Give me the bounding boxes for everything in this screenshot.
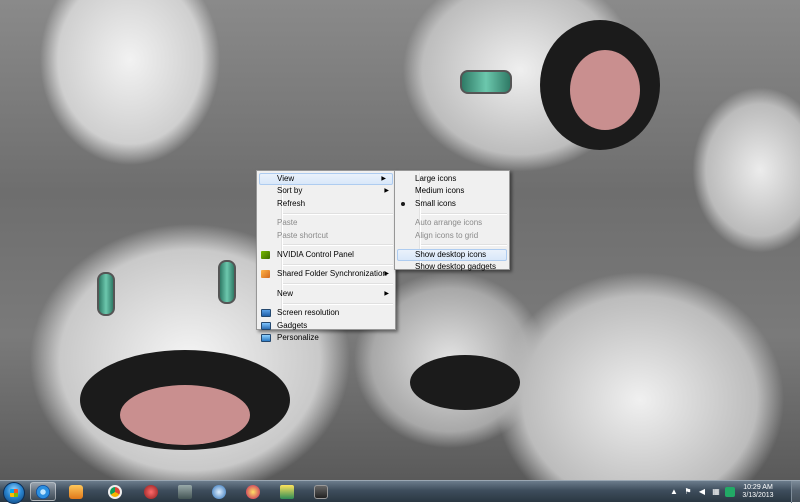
menu-item-new-label: New — [277, 288, 294, 298]
menu-separator — [283, 283, 393, 286]
taskbar-button-app-9[interactable] — [308, 482, 334, 501]
submenu-arrow-icon: ▶ — [384, 271, 389, 278]
menu-item-screen-resolution-label: Screen resolution — [277, 308, 340, 318]
wallpaper-tongue — [120, 385, 250, 445]
submenu-item-auto-arrange-label: Auto arrange icons — [415, 218, 483, 228]
app-icon-7 — [246, 484, 260, 499]
submenu-item-large-icons[interactable]: Large icons — [395, 173, 509, 185]
show-hidden-icons-arrow-icon[interactable]: ▲ — [669, 487, 679, 497]
menu-item-shared-folder-sync[interactable]: Shared Folder Synchronization ▶ — [257, 268, 395, 280]
menu-item-gadgets[interactable]: Gadgets — [257, 320, 395, 332]
submenu-item-show-desktop-icons-label: Show desktop icons — [415, 249, 487, 259]
menu-separator — [283, 263, 393, 266]
clock-time: 10:29 AM — [743, 484, 773, 491]
taskbar-button-media-player[interactable] — [63, 482, 89, 501]
submenu-item-show-desktop-gadgets[interactable]: Show desktop gadgets — [395, 261, 509, 273]
wallpaper-tongue-2 — [570, 50, 640, 130]
taskbar: ▲ ⚑ ◀ ▦ 10:29 AM 3/13/2013 — [0, 480, 800, 504]
menu-item-shared-folder-label: Shared Folder Synchronization — [277, 269, 387, 279]
start-button[interactable] — [3, 482, 25, 504]
taskbar-button-chrome[interactable] — [102, 482, 128, 501]
submenu-item-medium-icons[interactable]: Medium icons — [395, 185, 509, 197]
media-player-icon — [69, 484, 83, 499]
wallpaper-mouth-3 — [410, 355, 520, 410]
menu-item-nvidia-control-panel[interactable]: NVIDIA Control Panel — [257, 249, 395, 261]
menu-item-paste-shortcut: Paste shortcut — [257, 230, 395, 242]
menu-item-sort-by[interactable]: Sort by ▶ — [257, 185, 395, 197]
menu-item-refresh[interactable]: Refresh — [257, 198, 395, 210]
menu-separator — [283, 212, 393, 215]
taskbar-button-app-8[interactable] — [274, 482, 300, 501]
volume-icon[interactable]: ◀ — [697, 487, 707, 497]
menu-item-screen-resolution[interactable]: Screen resolution — [257, 307, 395, 319]
taskbar-button-app-4[interactable] — [138, 482, 164, 501]
menu-item-gadgets-label: Gadgets — [277, 320, 308, 330]
nvidia-icon — [261, 250, 270, 259]
gadgets-icon — [261, 321, 271, 330]
menu-item-personalize-label: Personalize — [277, 332, 319, 342]
menu-item-refresh-label: Refresh — [277, 198, 306, 208]
submenu-arrow-icon: ▶ — [381, 176, 386, 182]
submenu-arrow-icon: ▶ — [384, 188, 389, 195]
wallpaper-eye-left — [97, 272, 115, 316]
menu-separator — [283, 302, 393, 305]
menu-item-view-label: View — [277, 174, 295, 183]
menu-item-paste-shortcut-label: Paste shortcut — [277, 230, 329, 240]
desktop-wallpaper[interactable]: View ▶ Sort by ▶ Refresh Paste Paste sho… — [0, 0, 800, 480]
network-icon[interactable]: ▦ — [711, 487, 721, 497]
submenu-item-small-icons[interactable]: Small icons — [395, 198, 509, 210]
submenu-item-show-desktop-icons[interactable]: Show desktop icons — [397, 248, 507, 262]
menu-item-paste-label: Paste — [277, 218, 298, 228]
clock-date: 3/13/2013 — [742, 492, 774, 499]
menu-item-personalize[interactable]: Personalize — [257, 332, 395, 344]
desktop-context-menu: View ▶ Sort by ▶ Refresh Paste Paste sho… — [256, 170, 396, 342]
wallpaper-eye-3 — [460, 70, 512, 94]
menu-item-view[interactable]: View ▶ — [259, 173, 393, 186]
taskbar-button-app-6[interactable] — [206, 482, 232, 501]
taskbar-button-app-7[interactable] — [240, 482, 266, 501]
submenu-item-show-desktop-gadgets-label: Show desktop gadgets — [415, 262, 496, 272]
submenu-item-auto-arrange: Auto arrange icons — [395, 217, 509, 229]
menu-separator — [283, 244, 393, 247]
chrome-icon — [108, 484, 122, 499]
menu-item-nvidia-label: NVIDIA Control Panel — [277, 249, 354, 259]
menu-item-paste: Paste — [257, 217, 395, 229]
app-icon-5 — [178, 484, 192, 499]
app-icon-6 — [212, 484, 226, 499]
system-tray: ▲ ⚑ ◀ ▦ 10:29 AM 3/13/2013 — [669, 481, 791, 503]
app-icon-8 — [280, 484, 294, 499]
shared-folder-icon — [261, 270, 270, 279]
taskbar-clock[interactable]: 10:29 AM 3/13/2013 — [739, 484, 777, 500]
submenu-item-large-icons-label: Large icons — [415, 174, 457, 183]
taskbar-button-internet-explorer[interactable] — [30, 482, 56, 501]
menu-separator — [421, 244, 507, 247]
menu-item-new[interactable]: New ▶ — [257, 288, 395, 300]
menu-separator — [421, 212, 507, 215]
windows-logo-icon — [10, 489, 18, 497]
wallpaper-eye-right — [218, 260, 236, 304]
menu-item-sort-by-label: Sort by — [277, 186, 303, 196]
app-icon-9 — [314, 484, 328, 499]
tray-app-icon[interactable] — [725, 487, 735, 497]
submenu-item-align-to-grid: Align icons to grid — [395, 230, 509, 242]
submenu-item-medium-icons-label: Medium icons — [415, 186, 465, 196]
internet-explorer-icon — [36, 484, 50, 499]
taskbar-button-app-5[interactable] — [172, 482, 198, 501]
view-submenu: Large icons Medium icons Small icons Aut… — [394, 170, 510, 273]
submenu-item-align-to-grid-label: Align icons to grid — [415, 230, 479, 240]
app-icon-4 — [144, 484, 158, 499]
screen-resolution-icon — [261, 309, 271, 318]
show-desktop-button[interactable] — [791, 481, 800, 503]
radio-bullet-icon — [401, 201, 405, 206]
submenu-item-small-icons-label: Small icons — [415, 198, 456, 208]
flag-notification-icon[interactable]: ⚑ — [683, 487, 693, 497]
personalize-icon — [261, 333, 271, 342]
submenu-arrow-icon: ▶ — [384, 290, 389, 297]
